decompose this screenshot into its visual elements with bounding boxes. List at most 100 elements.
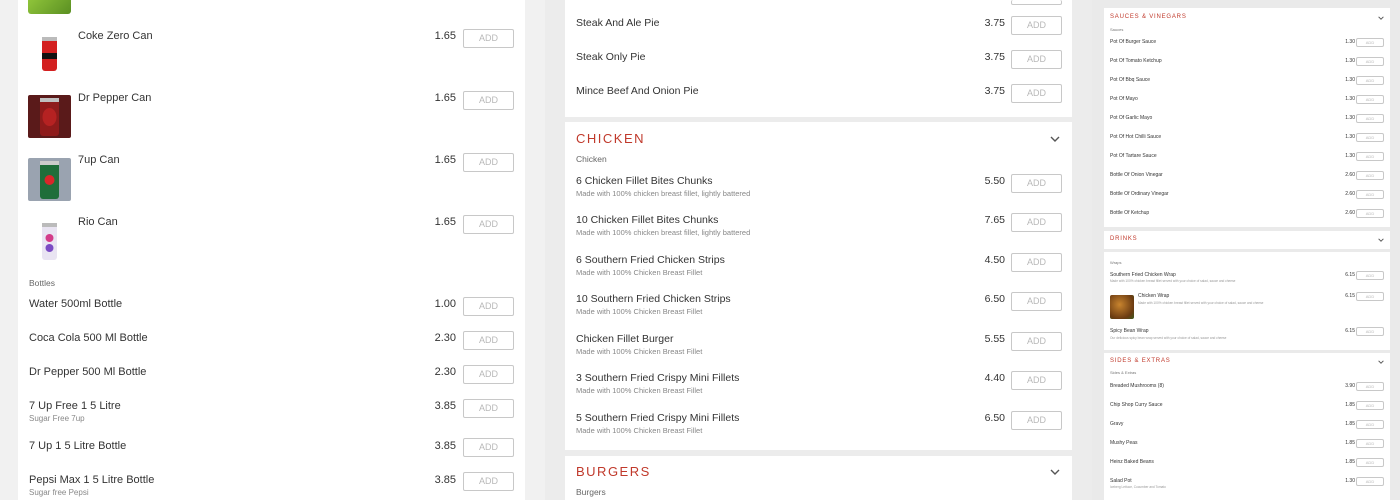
add-button[interactable]: ADD (1011, 411, 1062, 430)
item-name: Pot Of Burger Sauce (1110, 39, 1157, 45)
item-description: Made with 100% chicken breast fillet ser… (1110, 279, 1236, 283)
side-menu-column: Sauces & Vinegars Sauces Pot Of Burger S… (1092, 0, 1400, 500)
add-button[interactable]: ADD (1356, 327, 1384, 336)
add-button[interactable]: ADD (463, 153, 514, 172)
dr-pepper-can-image (28, 95, 71, 138)
add-button[interactable]: ADD (1011, 213, 1062, 232)
chevron-down-icon[interactable] (1050, 134, 1060, 144)
item-price: 1.65 (434, 92, 456, 104)
add-button[interactable]: ADD (1011, 332, 1062, 351)
add-button[interactable]: ADD (463, 215, 514, 234)
chicken-section: Chicken Chicken 6 Chicken Fillet Bites C… (565, 122, 1072, 450)
item-description: Our delicious spicy bean wrap served wit… (1110, 336, 1227, 340)
item-price: 5.55 (984, 333, 1005, 345)
item-price: 1.30 (1345, 153, 1355, 159)
section-subtitle: Chicken (576, 154, 607, 164)
add-button[interactable]: ADD (463, 399, 514, 418)
add-button[interactable]: ADD (1356, 133, 1384, 142)
item-price: 5.50 (984, 175, 1005, 187)
item-name: Dr Pepper Can (78, 92, 152, 104)
add-button[interactable]: ADD (463, 365, 514, 384)
item-name: Pot Of Tartare Sauce (1110, 153, 1157, 159)
item-name: Pot Of Tomato Ketchup (1110, 58, 1162, 64)
add-button[interactable]: ADD (1356, 209, 1384, 218)
item-price: 2.60 (1345, 191, 1355, 197)
add-button[interactable]: ADD (1356, 76, 1384, 85)
section-title[interactable]: Drinks (1110, 236, 1137, 242)
item-price: 6.50 (984, 293, 1005, 305)
chevron-down-icon[interactable] (1050, 467, 1060, 477)
add-button[interactable]: ADD (463, 91, 514, 110)
chevron-down-icon[interactable] (1378, 359, 1384, 365)
section-title[interactable]: Sides & Extras (1110, 358, 1171, 364)
add-button[interactable]: ADD (1356, 57, 1384, 66)
add-button[interactable]: ADD (1356, 190, 1384, 199)
item-price: 3.75 (984, 51, 1005, 63)
item-price: 1.85 (1345, 421, 1355, 427)
item-price: 1.30 (1345, 134, 1355, 140)
item-name: Bottle Of Ordinary Vinegar (1110, 191, 1169, 197)
item-name: Pot Of Hot Chilli Sauce (1110, 134, 1162, 140)
item-name: Water 500ml Bottle (29, 298, 123, 310)
add-button[interactable]: ADD (1356, 458, 1384, 467)
add-button[interactable]: ADD (1011, 84, 1062, 103)
add-button[interactable]: ADD (1356, 420, 1384, 429)
item-price: 3.75 (984, 85, 1005, 97)
add-button[interactable]: ADD (1356, 292, 1384, 301)
add-button[interactable]: ADD (463, 29, 514, 48)
item-price: 3.85 (434, 440, 456, 452)
chevron-down-icon[interactable] (1378, 15, 1384, 21)
item-price: 1.65 (434, 216, 456, 228)
add-button[interactable]: ADD (463, 331, 514, 350)
item-name: Pepsi Max 1 5 Litre Bottle (29, 474, 155, 486)
rio-can-image (28, 220, 71, 263)
item-price: 1.85 (1345, 440, 1355, 446)
section-subtitle: Wraps (1110, 260, 1122, 265)
add-button[interactable]: ADD (1356, 439, 1384, 448)
add-button[interactable]: ADD (1356, 114, 1384, 123)
item-name: Salad Pot (1110, 478, 1132, 484)
add-button[interactable]: ADD (1356, 477, 1384, 486)
add-button[interactable]: ADD (1356, 382, 1384, 391)
add-button[interactable]: ADD (1356, 38, 1384, 47)
add-button[interactable]: ADD (463, 438, 514, 457)
pies-section: Steak And Ale Pie 3.75 ADD Steak Only Pi… (565, 0, 1072, 117)
add-button[interactable]: ADD (1011, 50, 1062, 69)
item-price: 4.50 (984, 254, 1005, 266)
item-name: Gravy (1110, 421, 1124, 427)
item-name: Pot Of Mayo (1110, 96, 1138, 102)
drinks-section: Drinks (1104, 231, 1390, 249)
add-button[interactable]: ADD (1356, 152, 1384, 161)
item-name: Coca Cola 500 Ml Bottle (29, 332, 148, 344)
add-button[interactable]: ADD (1011, 16, 1062, 35)
sides-section: Sides & Extras Sides & Extras Breaded Mu… (1104, 353, 1390, 500)
add-button[interactable]: ADD (1356, 95, 1384, 104)
item-name: Steak Only Pie (576, 51, 646, 63)
item-name: 7 Up 1 5 Litre Bottle (29, 440, 127, 452)
item-name: 7 Up Free 1 5 Litre (29, 400, 121, 412)
item-price: 2.30 (434, 332, 456, 344)
section-title[interactable]: Chicken (576, 131, 645, 146)
add-button[interactable]: ADD (1011, 371, 1062, 390)
section-title[interactable]: Burgers (576, 464, 651, 479)
item-name: Mushy Peas (1110, 440, 1138, 446)
add-button[interactable]: ADD (1356, 401, 1384, 410)
item-name: 6 Chicken Fillet Bites Chunks (576, 175, 713, 187)
sauces-section: Sauces & Vinegars Sauces Pot Of Burger S… (1104, 8, 1390, 227)
chevron-down-icon[interactable] (1378, 237, 1384, 243)
add-button[interactable]: ADD (1011, 253, 1062, 272)
item-price: 4.40 (984, 372, 1005, 384)
add-button-partial[interactable] (1011, 0, 1062, 5)
add-button[interactable]: ADD (1356, 271, 1384, 280)
add-button[interactable]: ADD (463, 472, 514, 491)
item-name: Chicken Fillet Burger (576, 333, 674, 345)
item-name: 6 Southern Fried Chicken Strips (576, 254, 725, 266)
add-button[interactable]: ADD (463, 297, 514, 316)
item-price: 6.50 (984, 412, 1005, 424)
section-subtitle: Bottles (29, 278, 55, 288)
add-button[interactable]: ADD (1356, 171, 1384, 180)
add-button[interactable]: ADD (1011, 174, 1062, 193)
add-button[interactable]: ADD (1011, 292, 1062, 311)
section-title[interactable]: Sauces & Vinegars (1110, 14, 1187, 20)
item-price: 3.75 (984, 17, 1005, 29)
